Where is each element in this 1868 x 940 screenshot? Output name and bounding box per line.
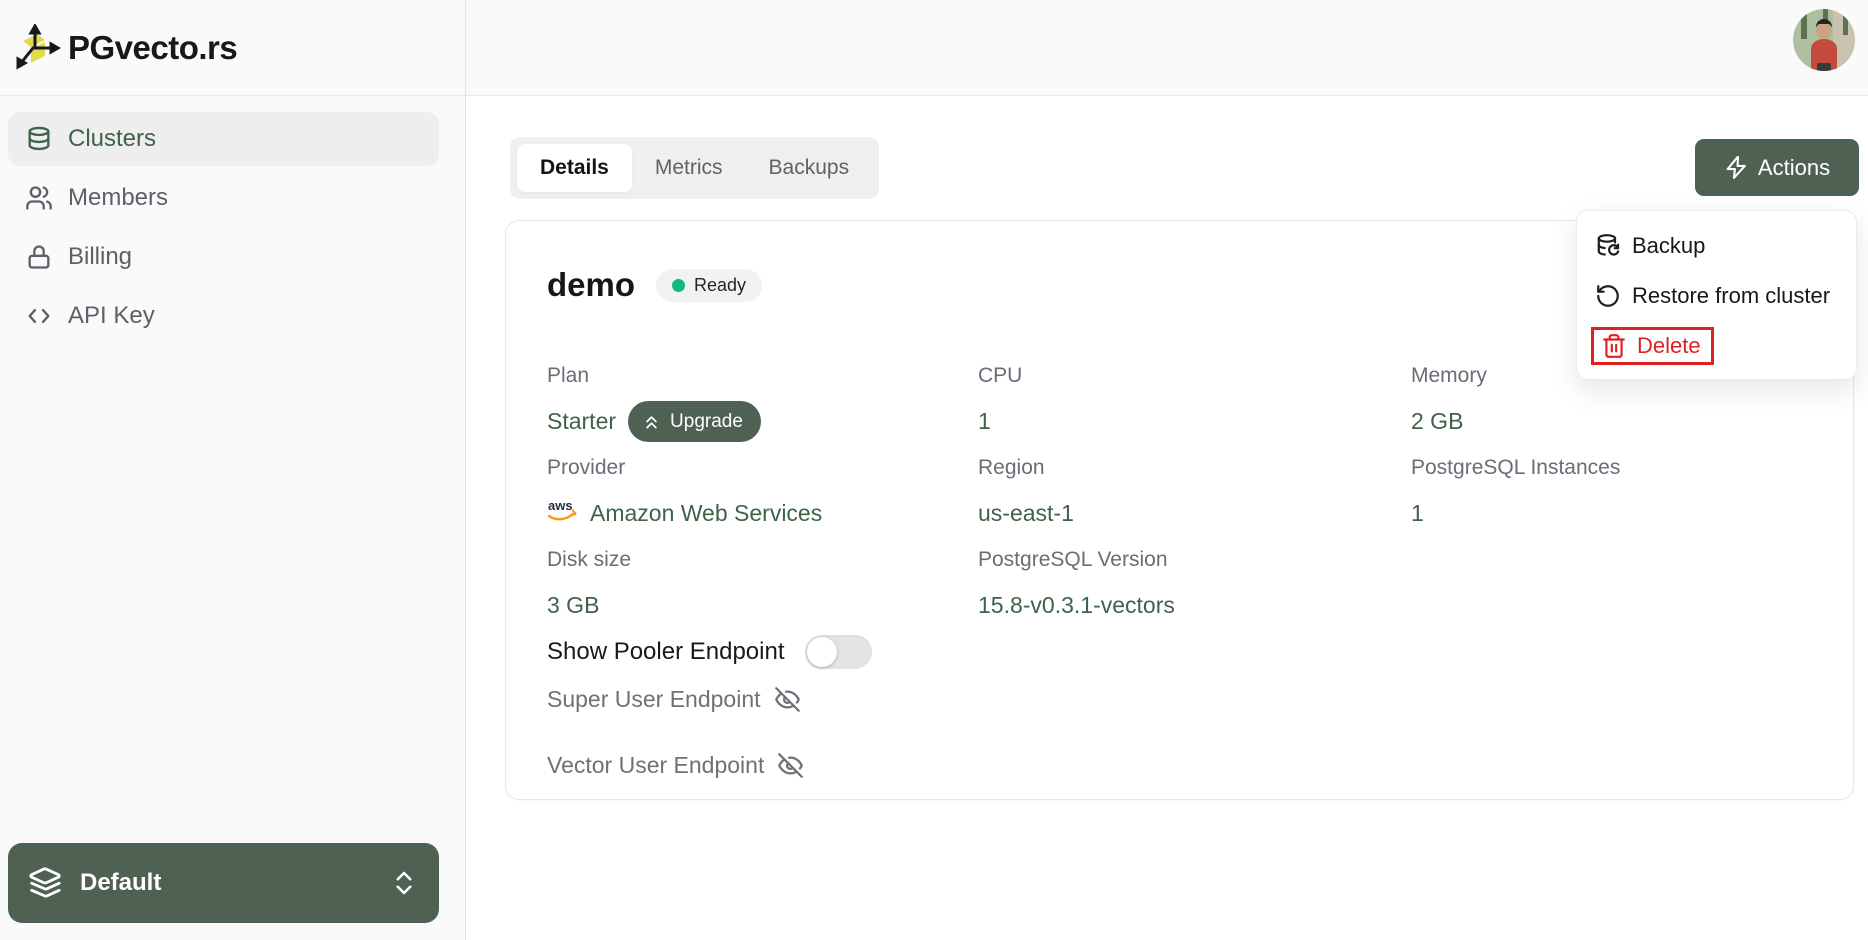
field-value: Amazon Web Services bbox=[590, 500, 823, 526]
field-label: Plan bbox=[547, 364, 590, 387]
topbar bbox=[466, 0, 1868, 96]
field-value: us-east-1 bbox=[978, 500, 1074, 526]
tab-backups[interactable]: Backups bbox=[746, 144, 873, 192]
tab-details[interactable]: Details bbox=[517, 144, 632, 192]
sidebar-item-billing[interactable]: Billing bbox=[8, 230, 439, 284]
logo-cube-axes-icon bbox=[16, 23, 62, 70]
database-backup-icon bbox=[1597, 234, 1620, 256]
menu-item-delete[interactable]: Delete bbox=[1577, 321, 1856, 371]
tab-bar: Details Metrics Backups bbox=[510, 137, 880, 199]
main-content: Details Metrics Backups Actions demo Rea… bbox=[466, 96, 1868, 940]
pooler-toggle[interactable] bbox=[804, 635, 872, 669]
menu-item-label: Backup bbox=[1632, 233, 1706, 258]
menu-item-restore-from-cluster[interactable]: Restore from cluster bbox=[1577, 271, 1856, 321]
field-postgresql-version: PostgreSQL Version 15.8-v0.3.1-vectors bbox=[978, 547, 1411, 626]
field-cpu: CPU 1 bbox=[978, 363, 1411, 442]
sidebar-item-label: Members bbox=[68, 184, 169, 211]
field-value: 1 bbox=[978, 408, 991, 434]
status-badge: Ready bbox=[656, 268, 763, 302]
eye-off-icon[interactable] bbox=[777, 752, 804, 779]
sidebar-nav: Clusters Members Billing API Key bbox=[0, 96, 465, 343]
sidebar-item-label: Billing bbox=[68, 243, 133, 270]
menu-item-label: Restore from cluster bbox=[1632, 283, 1831, 308]
field-provider: Provider aws Amazon Web Services bbox=[547, 455, 978, 534]
sidebar: PGvecto.rs Clusters Members Billing API … bbox=[0, 0, 466, 940]
svg-text:aws: aws bbox=[548, 498, 573, 513]
vector-user-endpoint-row: Vector User Endpoint bbox=[547, 752, 1853, 778]
restore-icon bbox=[1597, 285, 1619, 307]
endpoint-label: Super User Endpoint bbox=[547, 685, 761, 712]
code-icon bbox=[28, 309, 50, 323]
field-label: Provider bbox=[547, 456, 626, 479]
field-region: Region us-east-1 bbox=[978, 455, 1411, 534]
sidebar-item-clusters[interactable]: Clusters bbox=[8, 112, 439, 166]
upgrade-button-label: Upgrade bbox=[670, 410, 743, 432]
field-value: 2 GB bbox=[1411, 408, 1464, 434]
sidebar-item-label: API Key bbox=[68, 302, 155, 329]
field-label: CPU bbox=[978, 364, 1023, 387]
field-postgresql-instances: PostgreSQL Instances 1 bbox=[1411, 455, 1853, 534]
cluster-name: demo bbox=[547, 266, 636, 303]
layers-icon bbox=[29, 867, 61, 898]
app-window: PGvecto.rs Clusters Members Billing API … bbox=[0, 0, 1868, 940]
field-label: Disk size bbox=[547, 548, 632, 571]
delete-highlight-box: Delete bbox=[1591, 327, 1714, 365]
tab-label: Backups bbox=[768, 156, 850, 179]
actions-dropdown-menu: Backup Restore from cluster Delete bbox=[1576, 210, 1857, 380]
field-value: 15.8-v0.3.1-vectors bbox=[978, 592, 1175, 618]
chevrons-up-icon bbox=[646, 416, 657, 429]
actions-button-label: Actions bbox=[1757, 154, 1831, 180]
lightning-bolt-icon bbox=[1726, 156, 1746, 179]
field-label: Region bbox=[978, 456, 1045, 479]
database-icon bbox=[28, 126, 50, 151]
field-value: Starter bbox=[547, 408, 617, 434]
lock-icon bbox=[28, 245, 50, 269]
chevrons-up-down-icon bbox=[396, 871, 412, 895]
super-user-endpoint-row: Super User Endpoint bbox=[547, 686, 1853, 712]
user-avatar[interactable] bbox=[1793, 9, 1855, 71]
field-label: PostgreSQL Instances bbox=[1411, 456, 1621, 479]
workspace-name: Default bbox=[80, 869, 162, 896]
endpoint-label: Vector User Endpoint bbox=[547, 751, 765, 778]
tab-label: Details bbox=[540, 156, 609, 179]
cluster-fields-grid: Plan Starter Upgrade CPU 1 Memory 2 GB P… bbox=[547, 363, 1853, 626]
field-label: PostgreSQL Version bbox=[978, 548, 1168, 571]
aws-icon: aws bbox=[547, 497, 578, 531]
field-disk-size: Disk size 3 GB bbox=[547, 547, 978, 626]
tab-metrics[interactable]: Metrics bbox=[632, 144, 746, 192]
field-plan: Plan Starter Upgrade bbox=[547, 363, 978, 442]
sidebar-item-api-key[interactable]: API Key bbox=[8, 289, 439, 343]
users-icon bbox=[26, 186, 52, 210]
avatar-photo bbox=[1793, 9, 1855, 71]
trash-icon bbox=[1603, 334, 1625, 358]
toggle-knob bbox=[806, 637, 837, 667]
actions-button[interactable]: Actions bbox=[1695, 139, 1859, 196]
brand-name: PGvecto.rs bbox=[68, 28, 238, 66]
menu-item-label: Delete bbox=[1637, 333, 1701, 358]
tab-label: Metrics bbox=[654, 156, 723, 179]
status-dot-icon bbox=[672, 278, 686, 292]
brand-logo[interactable]: PGvecto.rs bbox=[0, 0, 465, 96]
eye-off-icon[interactable] bbox=[774, 686, 801, 713]
upgrade-button[interactable]: Upgrade bbox=[628, 401, 761, 442]
sidebar-item-members[interactable]: Members bbox=[8, 171, 439, 225]
sidebar-item-label: Clusters bbox=[68, 125, 157, 152]
field-value: 3 GB bbox=[547, 592, 600, 618]
pooler-toggle-label: Show Pooler Endpoint bbox=[547, 638, 785, 665]
workspace-selector-button[interactable]: Default bbox=[8, 843, 439, 923]
menu-item-backup[interactable]: Backup bbox=[1577, 221, 1856, 271]
field-value: 1 bbox=[1411, 500, 1424, 526]
status-text: Ready bbox=[694, 274, 747, 295]
